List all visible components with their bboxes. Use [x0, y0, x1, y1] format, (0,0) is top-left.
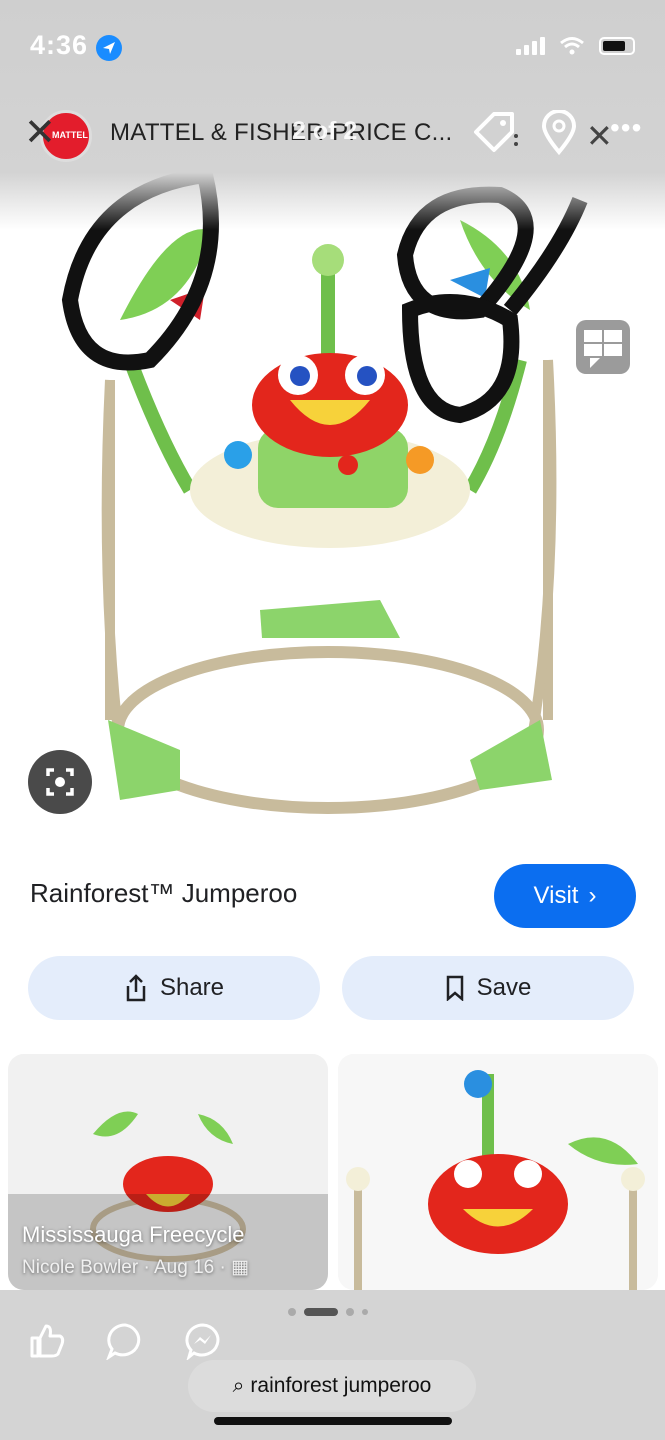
chevron-right-icon: › [588, 882, 597, 909]
price-tag-icon[interactable] [470, 110, 520, 156]
related-date: Aug 16 [154, 1257, 215, 1278]
lens-search-button[interactable] [28, 750, 92, 814]
related-meta: Nicole Bowler · Aug 16 · ▦ [22, 1257, 250, 1278]
search-icon: ⌕ [232, 1374, 245, 1397]
pagination-dots [288, 1308, 368, 1316]
comment-icon[interactable] [106, 1322, 144, 1360]
wifi-icon [560, 37, 584, 55]
more-options-icon[interactable]: ••• [610, 112, 642, 144]
search-query: rainforest jumperoo [250, 1374, 432, 1397]
related-card[interactable] [338, 1054, 658, 1290]
related-grid-icon[interactable] [576, 320, 630, 374]
related-caption: Mississauga Freecycle [22, 1222, 245, 1247]
home-indicator[interactable] [214, 1417, 452, 1425]
search-query-pill[interactable]: ⌕ rainforest jumperoo [188, 1360, 476, 1412]
brand-title[interactable]: MATTEL & FISHER-PRICE C... [110, 119, 453, 147]
related-card[interactable] [8, 1054, 328, 1290]
like-icon[interactable] [28, 1322, 66, 1360]
bookmark-icon [446, 975, 463, 1001]
image-counter: 2 of 2 [292, 117, 358, 145]
location-arrow-icon [96, 35, 122, 61]
product-image[interactable] [0, 160, 665, 840]
lens-icon [46, 768, 74, 796]
visit-label: Visit [533, 882, 579, 909]
messenger-icon[interactable] [184, 1322, 222, 1360]
related-image [8, 1054, 328, 1290]
share-button[interactable]: Share [28, 956, 320, 1020]
product-title: Rainforest™ Jumperoo [30, 878, 298, 908]
status-time: 4:36 [30, 30, 89, 60]
dismiss-icon[interactable]: ✕ [586, 117, 613, 155]
location-pin-icon[interactable] [540, 110, 578, 156]
share-icon [126, 974, 146, 1002]
marketplace-icon: ▦ [231, 1257, 250, 1278]
brand-logo-text: MATTEL [52, 130, 88, 140]
signal-icon [516, 37, 545, 55]
related-author: Nicole Bowler [22, 1257, 139, 1278]
save-button[interactable]: Save [342, 956, 634, 1020]
related-image [338, 1054, 658, 1290]
save-label: Save [476, 974, 532, 1001]
battery-icon [599, 37, 635, 55]
status-icons [516, 36, 635, 56]
close-icon[interactable]: ✕ [24, 114, 56, 152]
share-label: Share [159, 974, 225, 1001]
visit-button[interactable]: Visit › [494, 864, 636, 928]
